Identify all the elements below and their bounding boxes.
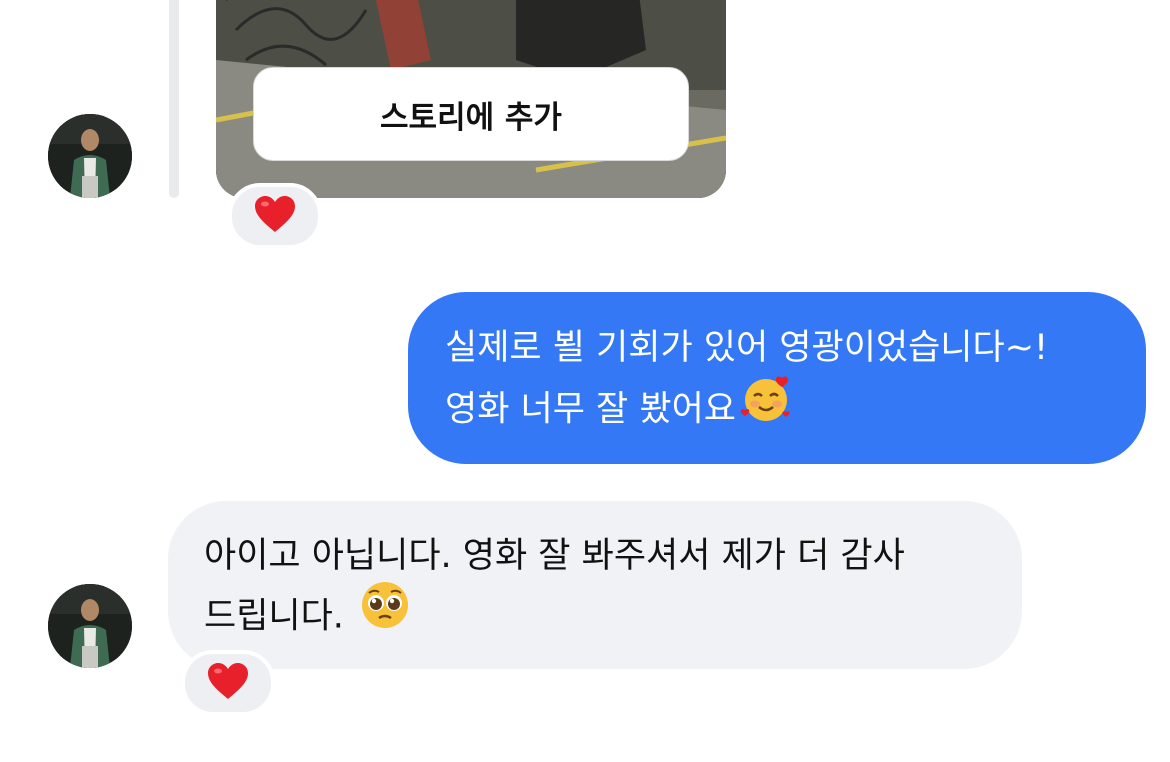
pleading-face-icon bbox=[360, 580, 410, 647]
avatar[interactable] bbox=[48, 114, 132, 198]
message-text-line-with-emoji: 드립니다. bbox=[204, 582, 1022, 651]
heart-icon bbox=[206, 661, 250, 705]
heart-icon bbox=[253, 194, 297, 238]
message-reaction[interactable] bbox=[181, 650, 275, 716]
avatar[interactable] bbox=[48, 584, 132, 668]
incoming-message-bubble[interactable]: 아이고 아닙니다. 영화 잘 봐주셔서 제가 더 감사 드립니다. bbox=[168, 501, 1022, 669]
shared-story-card[interactable]: 스토리에 추가 bbox=[216, 0, 726, 198]
message-text-line-with-emoji: 영화 너무 잘 봤어요 bbox=[445, 376, 1146, 445]
chat-thread: 스토리에 추가 실제로 뵐 기회가 있어 영광이었습니다~! 영화 너무 잘 봤… bbox=[0, 0, 1170, 762]
message-text-line: 아이고 아닙니다. 영화 잘 봐주셔서 제가 더 감사 bbox=[204, 536, 905, 576]
message-text-line: 실제로 뵐 기회가 있어 영광이었습니다~! bbox=[445, 328, 1049, 368]
reply-thread-line bbox=[169, 0, 179, 198]
add-to-story-button[interactable]: 스토리에 추가 bbox=[253, 67, 689, 161]
outgoing-message-bubble[interactable]: 실제로 뵐 기회가 있어 영광이었습니다~! 영화 너무 잘 봤어요 bbox=[408, 292, 1146, 464]
message-text-line: 영화 너무 잘 봤어요 bbox=[445, 389, 736, 430]
smiling-face-with-hearts-icon bbox=[740, 372, 792, 441]
message-reaction[interactable] bbox=[228, 183, 322, 249]
message-text-line: 드립니다. bbox=[204, 596, 344, 637]
